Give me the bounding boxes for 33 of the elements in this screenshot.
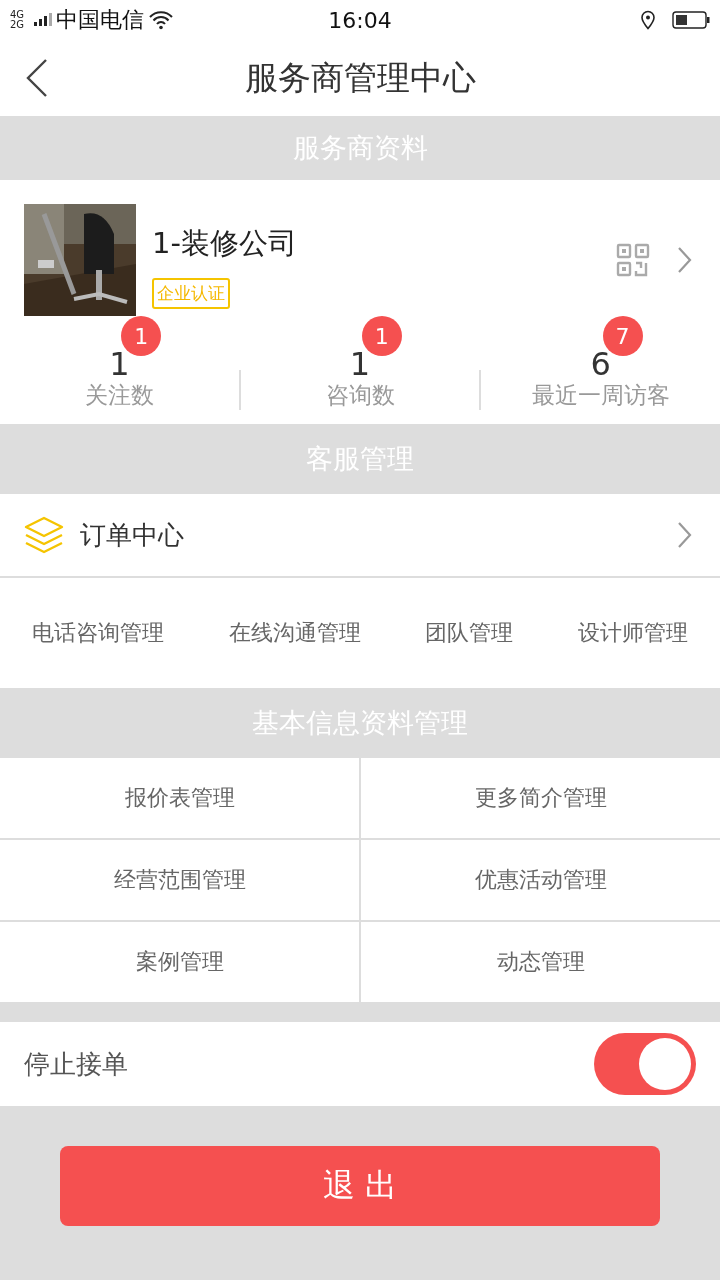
location-pin-icon xyxy=(640,10,656,30)
certification-badge: 企业认证 xyxy=(152,277,230,309)
logout-button[interactable]: 退 出 xyxy=(60,1146,660,1226)
carrier-name: 中国电信 xyxy=(56,6,144,34)
grid-menu-item[interactable]: 案例管理 xyxy=(0,922,359,1002)
chevron-right-icon[interactable] xyxy=(678,247,692,273)
stat-label: 关注数 xyxy=(84,381,154,410)
grid-menu-item[interactable]: 优惠活动管理 xyxy=(361,840,720,920)
network-type: 4G 2G xyxy=(10,10,26,30)
service-link[interactable]: 电话咨询管理 xyxy=(32,618,165,648)
order-center-row[interactable]: 订单中心 xyxy=(0,494,720,578)
company-name: 1-装修公司 xyxy=(152,224,297,262)
grid-menu-item[interactable]: 报价表管理 xyxy=(0,758,359,838)
grid-menu-item[interactable]: 经营范围管理 xyxy=(0,840,359,920)
page-title: 服务商管理中心 xyxy=(244,56,476,99)
status-time: 16:04 xyxy=(327,7,393,33)
notification-badge: 1 xyxy=(121,316,162,356)
stat-label: 咨询数 xyxy=(325,381,395,410)
service-link[interactable]: 设计师管理 xyxy=(577,618,688,648)
chevron-right-icon xyxy=(678,522,692,548)
qr-code-icon[interactable] xyxy=(616,243,650,277)
battery-icon xyxy=(672,11,710,29)
notification-badge: 1 xyxy=(361,316,402,356)
layers-icon xyxy=(24,516,64,554)
wifi-icon xyxy=(148,10,174,30)
stat-label: 最近一周访客 xyxy=(531,381,670,410)
stop-orders-label: 停止接单 xyxy=(24,1047,128,1081)
back-icon[interactable] xyxy=(26,59,48,97)
signal-icon xyxy=(34,12,52,28)
grid-menu-item[interactable]: 更多简介管理 xyxy=(361,758,720,838)
service-link[interactable]: 在线沟通管理 xyxy=(228,618,361,648)
grid-menu-item[interactable]: 动态管理 xyxy=(361,922,720,1002)
service-link[interactable]: 团队管理 xyxy=(425,618,514,648)
